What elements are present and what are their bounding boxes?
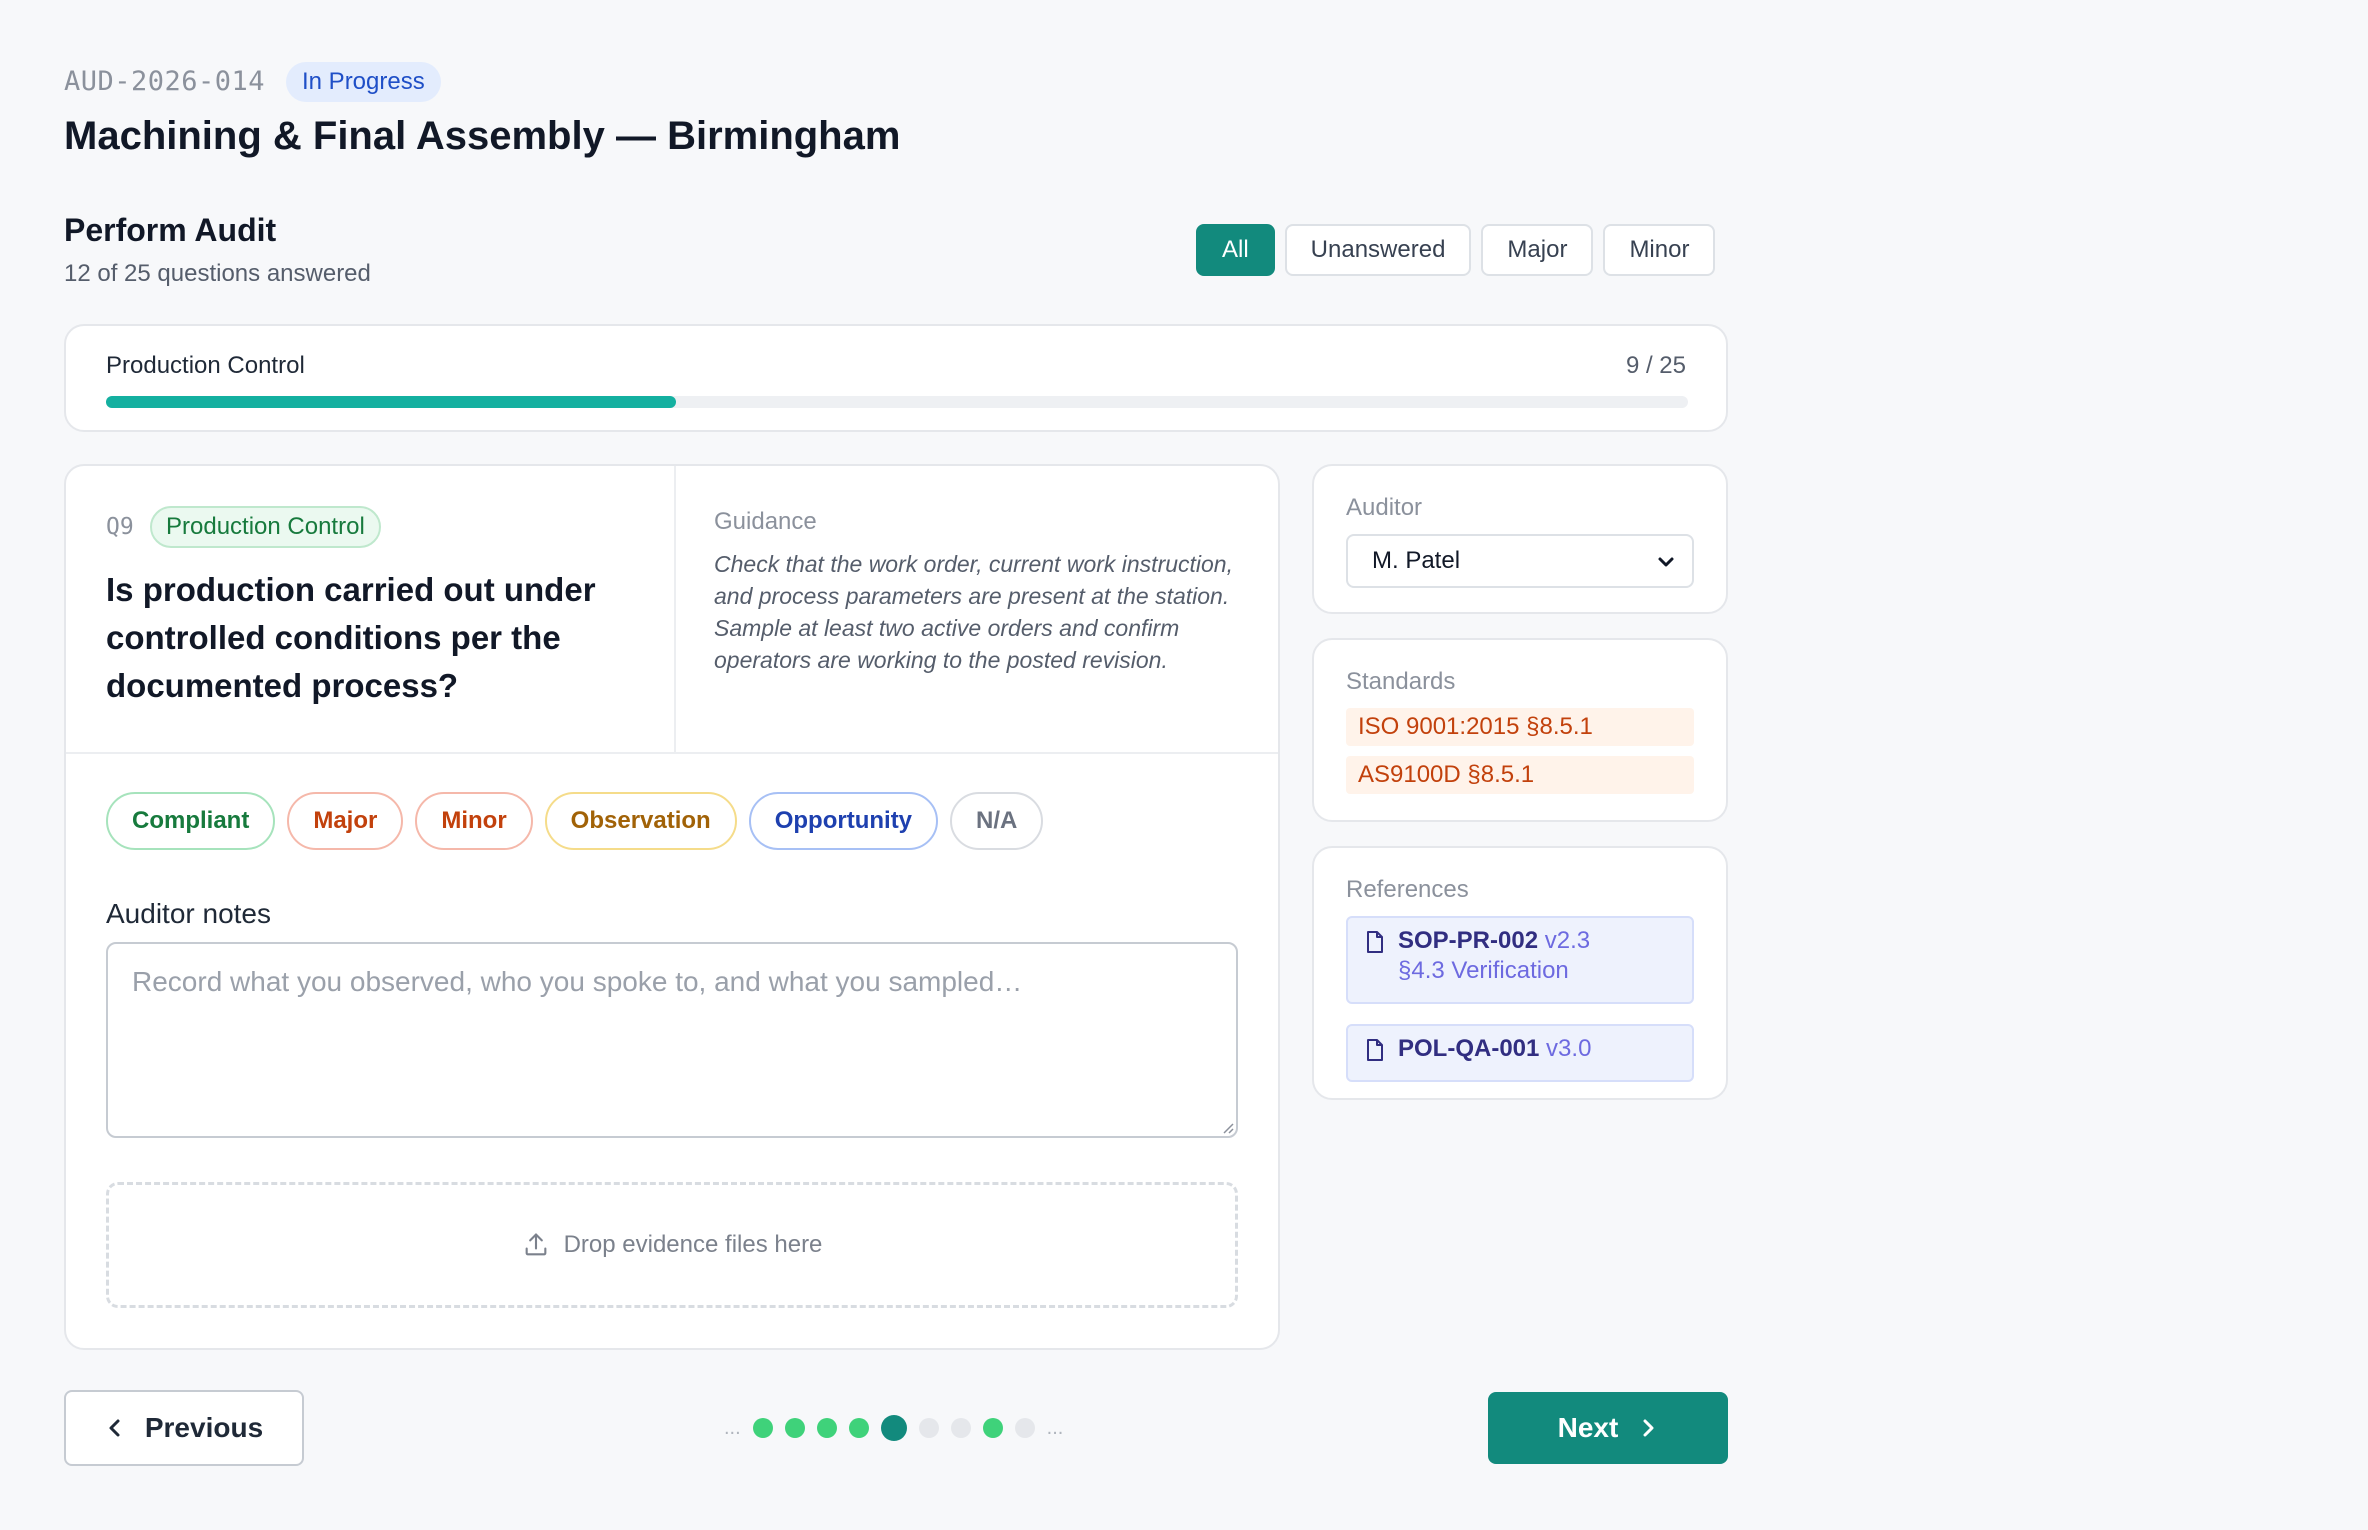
question-number: Q9 (106, 514, 134, 540)
pager-dot[interactable] (848, 1418, 869, 1438)
rating-options: Compliant Major Minor Observation Opport… (106, 792, 1044, 850)
question-category-badge: Production Control (150, 506, 381, 548)
pager-ellipsis: ... (724, 1417, 741, 1439)
rating-opportunity-button[interactable]: Opportunity (748, 792, 939, 850)
filter-minor-button[interactable]: Minor (1603, 224, 1716, 276)
pager-dot-current[interactable] (880, 1415, 907, 1441)
document-icon (1367, 1039, 1383, 1061)
pager-dot[interactable] (784, 1418, 805, 1438)
answered-count: 12 of 25 questions answered (64, 260, 371, 287)
filter-group: All Unanswered Major Minor (1196, 224, 1716, 276)
reference-version: v3.0 (1546, 1035, 1592, 1062)
standard-tag: AS9100D §8.5.1 (1346, 756, 1694, 794)
standard-tag: ISO 9001:2015 §8.5.1 (1346, 708, 1694, 746)
previous-label: Previous (144, 1412, 264, 1443)
filter-major-button[interactable]: Major (1481, 224, 1594, 276)
divider (66, 752, 1278, 754)
chevron-right-icon (1643, 1419, 1654, 1437)
auditor-notes-input[interactable] (106, 942, 1238, 1138)
reference-link[interactable]: SOP-PR-002 v2.3 §4.3 Verification (1346, 916, 1694, 1004)
page-title: Machining & Final Assembly — Birmingham (64, 114, 901, 158)
pager-ellipsis: ... (1046, 1417, 1064, 1439)
auditor-select[interactable]: M. Patel (1346, 534, 1694, 588)
reference-link[interactable]: POL-QA-001 v3.0 (1346, 1024, 1694, 1082)
pager-dot[interactable] (816, 1418, 837, 1438)
document-icon (1367, 931, 1383, 953)
question-card: Q9 Production Control Is production carr… (64, 464, 1280, 1350)
references-title: References (1346, 876, 1469, 903)
previous-button[interactable]: Previous (64, 1390, 304, 1466)
rating-observation-button[interactable]: Observation (544, 792, 737, 850)
reference-code: POL-QA-001 (1398, 1035, 1540, 1062)
next-button[interactable]: Next (1488, 1392, 1728, 1464)
rating-minor-button[interactable]: Minor (415, 792, 533, 850)
guidance-text: Check that the work order, current work … (714, 551, 1233, 673)
evidence-dropzone[interactable]: Drop evidence files here (106, 1182, 1238, 1308)
resize-handle-icon[interactable] (1222, 1122, 1234, 1134)
pager-dot[interactable] (918, 1418, 939, 1438)
reference-section: §4.3 Verification (1398, 957, 1569, 984)
status-badge: In Progress (286, 62, 441, 102)
progress-bar (106, 396, 1688, 408)
auditor-selected-value: M. Patel (1372, 547, 1461, 574)
rating-compliant-button[interactable]: Compliant (106, 792, 276, 850)
next-label: Next (1557, 1412, 1619, 1443)
standards-card: Standards ISO 9001:2015 §8.5.1 AS9100D §… (1312, 638, 1728, 822)
question-text: Is production carried out under controll… (106, 571, 596, 704)
reference-code: SOP-PR-002 (1398, 927, 1539, 954)
progress-bar-fill (106, 396, 676, 408)
auditor-card: Auditor M. Patel (1312, 464, 1728, 614)
references-card: References SOP-PR-002 v2.3 §4.3 Verifica… (1312, 846, 1728, 1100)
chevron-down-icon (1658, 557, 1674, 567)
divider (674, 466, 676, 752)
rating-na-button[interactable]: N/A (950, 792, 1044, 850)
chevron-left-icon (109, 1419, 120, 1437)
audit-id: AUD-2026-014 (64, 66, 266, 97)
pager-dot[interactable] (752, 1418, 773, 1438)
guidance-title: Guidance (714, 508, 817, 535)
standards-title: Standards (1346, 668, 1456, 695)
notes-label: Auditor notes (106, 898, 271, 929)
progress-label: Production Control (106, 352, 305, 379)
question-pager: ... ... (724, 1414, 1063, 1442)
pager-dot[interactable] (950, 1418, 971, 1438)
section-progress-card: Production Control 9 / 25 (64, 324, 1728, 432)
filter-all-button[interactable]: All (1196, 224, 1275, 276)
upload-icon (525, 1233, 546, 1256)
progress-count: 9 / 25 (1625, 352, 1686, 379)
dropzone-label: Drop evidence files here (563, 1231, 823, 1258)
filter-unanswered-button[interactable]: Unanswered (1284, 224, 1472, 276)
pager-dot[interactable] (1014, 1418, 1035, 1438)
pager-dot[interactable] (982, 1418, 1003, 1438)
auditor-title: Auditor (1346, 494, 1423, 521)
section-title: Perform Audit (64, 212, 277, 248)
reference-version: v2.3 (1544, 927, 1591, 954)
rating-major-button[interactable]: Major (287, 792, 404, 850)
